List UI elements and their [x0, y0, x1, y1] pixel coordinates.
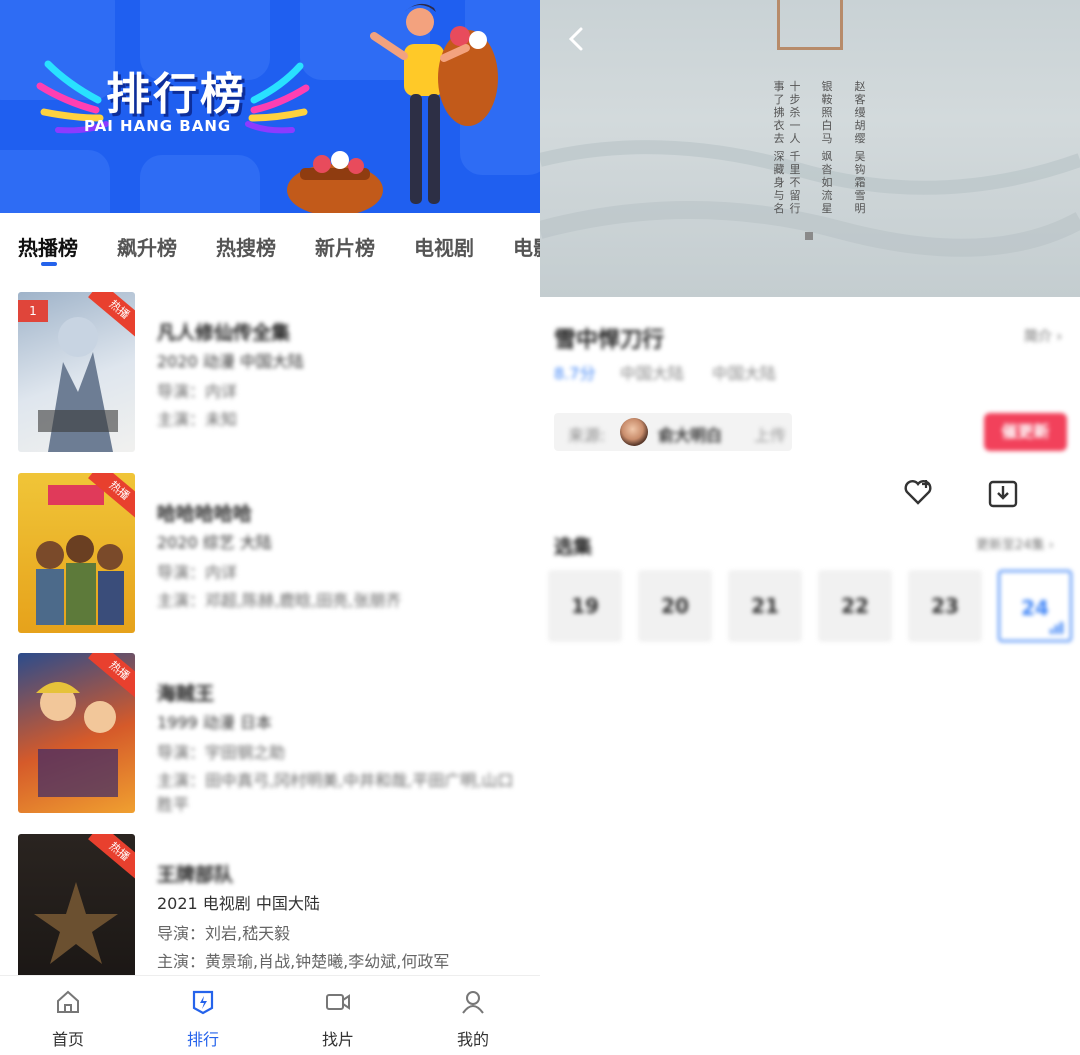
bottom-tab-bar: 首页 排行 找片 我的	[0, 975, 540, 1055]
poster-image: 热播	[18, 834, 135, 994]
intro-label: 简介	[1024, 329, 1052, 345]
remind-update-button[interactable]: 催更新	[984, 413, 1067, 451]
tab-hot[interactable]: 热播榜	[18, 232, 78, 261]
upload-label: 上传	[754, 426, 787, 445]
banner-subtitle: PAI HANG BANG	[84, 117, 232, 135]
poster-image: 热播	[18, 473, 135, 633]
user-icon	[462, 991, 484, 1014]
tabbar-mine[interactable]: 我的	[423, 976, 523, 1055]
poem-column: 吴钩霜雪明	[854, 150, 866, 215]
ranking-icon	[192, 990, 214, 1015]
item-meta: 1999 动漫 日本	[157, 713, 272, 732]
poem-column: 十步杀一人	[789, 80, 801, 145]
show-title: 雪中悍刀行	[554, 328, 665, 353]
tabbar-find[interactable]: 找片	[288, 976, 388, 1055]
item-director: 导演：宇田钢之助	[157, 743, 286, 762]
video-player[interactable]: 赵客缦胡缨 吴钩霜雪明 银鞍照白马 飒沓如流星 十步杀一人 千里不留行 事了拂衣…	[540, 0, 1080, 297]
episode-button[interactable]: 21	[728, 570, 802, 642]
tab-search[interactable]: 热搜榜	[216, 232, 276, 261]
banner-illustration	[36, 3, 498, 213]
item-cast: 主演：黄景瑜,肖战,钟楚曦,李幼斌,何政军	[157, 952, 450, 971]
region-secondary: 中国大陆	[712, 364, 777, 383]
episode-button[interactable]: 23	[908, 570, 982, 642]
region: 中国大陆	[620, 364, 685, 383]
item-title: 凡人修仙传全集	[157, 322, 291, 344]
item-director: 导演：内详	[157, 563, 238, 582]
tab-tv[interactable]: 电视剧	[414, 232, 474, 261]
intro-link[interactable]: 简介 ›	[1024, 326, 1062, 346]
item-title: 哈哈哈哈哈	[157, 503, 253, 525]
item-meta: 2020 动漫 中国大陆	[157, 352, 304, 371]
ranking-tabs: 热播榜 飙升榜 热搜榜 新片榜 电视剧 电影	[0, 220, 540, 268]
heart-plus-icon[interactable]	[902, 476, 934, 508]
item-cast: 主演：邓超,陈赫,鹿晗,田亮,张朋齐	[157, 591, 402, 610]
update-status-link[interactable]: 更新至24集 ›	[976, 534, 1054, 553]
tabbar-ranking[interactable]: 排行	[153, 976, 253, 1055]
banner-title: 排行榜	[106, 69, 247, 120]
tab-rising[interactable]: 飙升榜	[117, 232, 177, 261]
current-episode-number: 24	[1021, 596, 1049, 620]
home-icon	[57, 990, 79, 1013]
tab-movie[interactable]: 电影	[513, 232, 540, 261]
item-title: 海贼王	[157, 683, 215, 705]
score: 8.7分	[554, 364, 596, 383]
avatar	[620, 418, 648, 446]
list-item[interactable]: 热播 1 凡人修仙传全集 2020 动漫 中国大陆 导演：内详 主演：未知	[0, 292, 540, 462]
rank-badge: 1	[18, 300, 48, 322]
detail-page: 赵客缦胡缨 吴钩霜雪明 银鞍照白马 飒沓如流星 十步杀一人 千里不留行 事了拂衣…	[540, 0, 1080, 1055]
back-icon[interactable]	[564, 24, 590, 54]
poem-column: 飒沓如流星	[821, 150, 833, 215]
video-dot	[805, 232, 813, 240]
tabbar-find-label: 找片	[321, 1030, 354, 1049]
poem-column: 银鞍照白马	[821, 80, 833, 145]
ranking-page: 排行榜 PAI HANG BANG 热播榜 飙升榜 热搜榜 新片榜 电视剧 电影…	[0, 0, 540, 1055]
poem-column: 事了拂衣去	[773, 80, 785, 145]
uploader-name: 俞大明白	[658, 426, 723, 445]
playing-bars-icon	[1050, 622, 1063, 634]
item-cast: 主演：未知	[157, 410, 238, 429]
screen: 排行榜 PAI HANG BANG 热播榜 飙升榜 热搜榜 新片榜 电视剧 电影…	[0, 0, 1080, 1055]
source-label: 来源:	[568, 426, 606, 445]
item-director: 导演：刘岩,嵇天毅	[157, 924, 291, 943]
item-title: 王牌部队	[157, 864, 234, 886]
tabbar-home-label: 首页	[51, 1030, 84, 1049]
tabbar-ranking-label: 排行	[186, 1030, 219, 1049]
tab-new[interactable]: 新片榜	[315, 232, 375, 261]
item-cast: 主演：田中真弓,冈村明美,中井和哉,平田广明,山口胜平	[157, 771, 514, 814]
poster-image: 热播	[18, 653, 135, 813]
update-status: 更新至24集	[976, 538, 1045, 553]
episode-button[interactable]: 19	[548, 570, 622, 642]
video-camera-icon	[326, 994, 350, 1010]
download-icon[interactable]	[986, 476, 1020, 510]
seal-frame	[777, 0, 843, 50]
item-meta: 2021 电视剧 中国大陆	[157, 894, 320, 913]
episode-button-current[interactable]: 24	[998, 570, 1072, 642]
list-item[interactable]: 热播 海贼王 1999 动漫 日本 导演：宇田钢之助 主演：田中真弓,冈村明美,…	[0, 653, 540, 823]
tabbar-mine-label: 我的	[456, 1030, 489, 1049]
tabbar-home[interactable]: 首页	[18, 976, 118, 1055]
poem-column: 赵客缦胡缨	[854, 80, 866, 145]
active-tab-indicator	[41, 262, 57, 266]
item-director: 导演：内详	[157, 382, 238, 401]
item-meta: 2020 综艺 大陆	[157, 533, 272, 552]
poem-column: 深藏身与名	[773, 150, 785, 215]
source-chip[interactable]: 来源: 俞大明白 上传	[554, 413, 792, 451]
episodes-heading: 选集	[554, 536, 593, 558]
episode-button[interactable]: 20	[638, 570, 712, 642]
poem-column: 千里不留行	[789, 150, 801, 215]
list-item[interactable]: 热播 哈哈哈哈哈 2020 综艺 大陆 导演：内详 主演：邓超,陈赫,鹿晗,田亮…	[0, 473, 540, 643]
ranking-banner: 排行榜 PAI HANG BANG	[0, 0, 540, 213]
episode-button[interactable]: 22	[818, 570, 892, 642]
